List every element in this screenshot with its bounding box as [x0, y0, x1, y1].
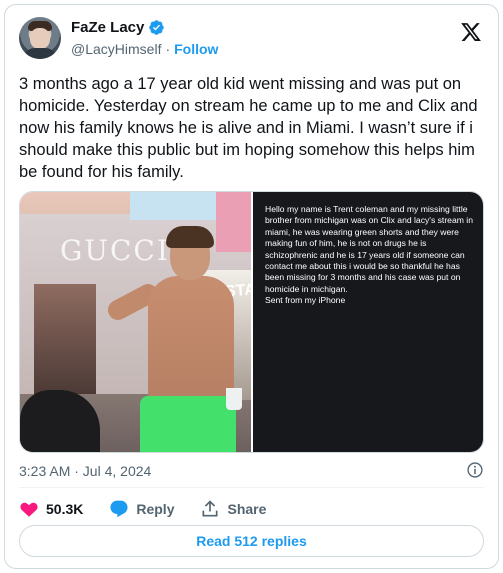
author-avatar[interactable] [19, 17, 61, 59]
reply-label: Reply [136, 501, 175, 517]
separator-dot: · [165, 41, 171, 57]
tweet-actions: 50.3K Reply Share [19, 497, 292, 521]
tweet-card: FaZe Lacy @LacyHimself · Follow 3 months… [4, 4, 499, 569]
tweet-header: FaZe Lacy @LacyHimself · Follow [19, 17, 484, 65]
share-button[interactable]: Share [200, 499, 266, 519]
author-handle-row: @LacyHimself · Follow [71, 41, 218, 57]
heart-icon [20, 502, 38, 517]
author-handle[interactable]: @LacyHimself [71, 41, 161, 57]
follow-button[interactable]: Follow [174, 41, 218, 57]
tweet-timestamp[interactable]: 3:23 AM · Jul 4, 2024 [19, 463, 151, 479]
dm-signature: Sent from my iPhone [265, 295, 346, 306]
read-replies-button[interactable]: Read 512 replies [19, 525, 484, 557]
share-icon [202, 500, 218, 517]
dm-message: Hello my name is Trent coleman and my mi… [265, 204, 473, 294]
like-button[interactable]: 50.3K [19, 499, 83, 519]
author-name-row: FaZe Lacy [71, 19, 165, 36]
verified-badge-icon [149, 20, 165, 35]
dm-text-block: Hello my name is Trent coleman and my mi… [265, 204, 475, 307]
photo-dm-screenshot[interactable]: Hello my name is Trent coleman and my mi… [251, 192, 483, 452]
info-icon[interactable] [466, 461, 484, 479]
share-label: Share [227, 501, 267, 517]
reply-button[interactable]: Reply [109, 499, 174, 519]
divider [19, 487, 484, 488]
author-display-name[interactable]: FaZe Lacy [71, 19, 144, 36]
tweet-text: 3 months ago a 17 year old kid went miss… [19, 75, 478, 181]
x-logo-icon[interactable] [460, 21, 482, 43]
photo-store-sign: GUCCI [60, 234, 170, 267]
tweet-media[interactable]: GUCCI STAR Hello my name is Trent colema… [19, 191, 484, 453]
like-count: 50.3K [46, 501, 84, 517]
reply-icon [110, 500, 128, 518]
photo-stream-screenshot[interactable]: GUCCI STAR [20, 192, 251, 452]
